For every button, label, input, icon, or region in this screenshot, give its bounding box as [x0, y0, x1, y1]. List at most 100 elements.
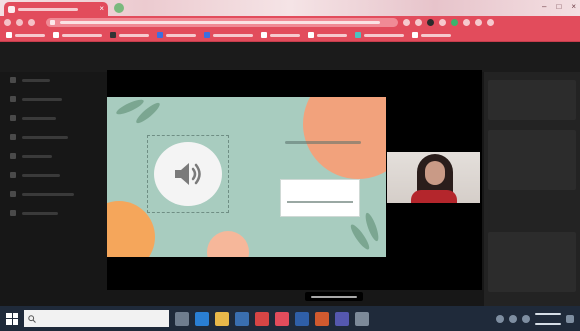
bookmark-item[interactable] — [308, 32, 347, 38]
sidebar-item-label — [22, 173, 60, 177]
sidebar-item[interactable] — [10, 114, 90, 122]
participant-tile[interactable] — [488, 130, 576, 190]
mail-icon[interactable] — [255, 311, 269, 326]
forward-icon[interactable] — [16, 19, 23, 26]
bookmark-icon — [157, 32, 163, 38]
bookmark-item[interactable] — [157, 32, 196, 38]
bookmark-item[interactable] — [261, 32, 300, 38]
file-explorer-icon[interactable] — [215, 311, 229, 326]
wifi-icon[interactable] — [509, 314, 517, 323]
sidebar-item-label — [22, 97, 62, 101]
sidebar-item-icon — [10, 172, 16, 178]
maximize-icon[interactable]: □ — [556, 2, 561, 11]
back-icon[interactable] — [4, 19, 11, 26]
video-call-icon — [8, 5, 15, 13]
bookmark-item[interactable] — [355, 32, 404, 38]
sidebar-item-icon — [10, 153, 16, 159]
participant-tile[interactable] — [488, 232, 576, 292]
extension-icon[interactable] — [415, 19, 422, 26]
clock-time — [535, 312, 561, 315]
bookmark-item[interactable] — [53, 32, 102, 38]
bookmark-label — [166, 33, 196, 37]
bookmarks-bar — [0, 29, 580, 42]
bookmark-icon — [412, 32, 418, 38]
participant-shirt — [411, 190, 457, 203]
sidebar-item[interactable] — [10, 95, 90, 103]
sidebar-item[interactable] — [10, 171, 90, 179]
close-window-icon[interactable]: × — [571, 2, 576, 11]
sidebar-item[interactable] — [10, 76, 90, 84]
bookmark-label — [317, 33, 347, 37]
extension-icon[interactable] — [439, 19, 446, 26]
sidebar-item[interactable] — [10, 133, 90, 141]
teams-icon[interactable] — [335, 311, 349, 326]
answer-input-line — [287, 201, 353, 203]
sidebar-item-label — [22, 192, 74, 196]
bookmark-item[interactable] — [6, 32, 45, 38]
address-bar[interactable] — [46, 18, 398, 27]
window-controls: – □ × — [542, 2, 576, 11]
taskbar-search[interactable] — [24, 310, 169, 327]
sidebar-item-label — [22, 154, 52, 158]
decoration-circle — [207, 231, 249, 257]
chevron-up-icon[interactable] — [496, 314, 504, 323]
sidebar-item-icon — [10, 134, 16, 140]
minimize-icon[interactable]: – — [542, 2, 546, 11]
close-icon[interactable]: × — [99, 5, 104, 13]
task-view-icon[interactable] — [175, 311, 189, 326]
app-header — [0, 42, 580, 72]
bookmark-label — [15, 33, 45, 37]
presentation-stage — [107, 70, 482, 290]
store-icon[interactable] — [235, 311, 249, 326]
sidebar-item[interactable] — [10, 190, 90, 198]
bookmark-item[interactable] — [204, 32, 253, 38]
plus-icon[interactable] — [114, 3, 124, 13]
sidebar-item-icon — [10, 115, 16, 121]
meeting-app — [0, 42, 580, 306]
tooltip-text — [311, 295, 357, 298]
bookmark-item[interactable] — [412, 32, 451, 38]
extension-icon[interactable] — [427, 19, 434, 26]
bookmark-icon — [355, 32, 361, 38]
volume-icon[interactable] — [522, 314, 530, 323]
edge-icon[interactable] — [195, 311, 209, 326]
profile-avatar[interactable] — [475, 19, 482, 26]
settings-icon[interactable] — [355, 311, 369, 326]
taskbar — [0, 306, 580, 331]
bookmark-item[interactable] — [110, 32, 149, 38]
sidebar-item[interactable] — [10, 152, 90, 160]
windows-start-icon[interactable] — [6, 312, 18, 325]
bookmark-label — [119, 33, 149, 37]
word-icon[interactable] — [295, 311, 309, 326]
extension-icon[interactable] — [463, 19, 470, 26]
powerpoint-icon[interactable] — [315, 311, 329, 326]
notifications-icon[interactable] — [566, 314, 574, 323]
speaker-icon — [175, 163, 201, 185]
audio-frame — [147, 135, 229, 213]
bookmark-icon — [261, 32, 267, 38]
speaker-button[interactable] — [154, 142, 222, 206]
search-input[interactable] — [40, 313, 160, 324]
extension-icon[interactable] — [451, 19, 458, 26]
sidebar-item[interactable] — [10, 209, 90, 217]
sidebar-item-label — [22, 78, 50, 82]
menu-icon[interactable] — [487, 19, 494, 26]
answer-input[interactable] — [280, 179, 360, 217]
sidebar-item-label — [22, 135, 68, 139]
clock-date — [535, 322, 561, 325]
system-tray — [496, 312, 574, 326]
sidebar-item-icon — [10, 191, 16, 197]
address-url — [60, 21, 380, 24]
chrome-icon[interactable] — [275, 311, 289, 326]
clock[interactable] — [535, 312, 561, 326]
star-icon[interactable] — [403, 19, 410, 26]
bookmark-icon — [53, 32, 59, 38]
reload-icon[interactable] — [28, 19, 35, 26]
participant-video[interactable] — [387, 152, 480, 203]
tab-strip: × – □ × — [0, 0, 580, 16]
participant-tile[interactable] — [488, 80, 576, 120]
tab-meeting[interactable]: × — [4, 2, 108, 16]
slide-title-underline — [285, 141, 361, 144]
bookmark-label — [421, 33, 451, 37]
bookmark-label — [364, 33, 404, 37]
